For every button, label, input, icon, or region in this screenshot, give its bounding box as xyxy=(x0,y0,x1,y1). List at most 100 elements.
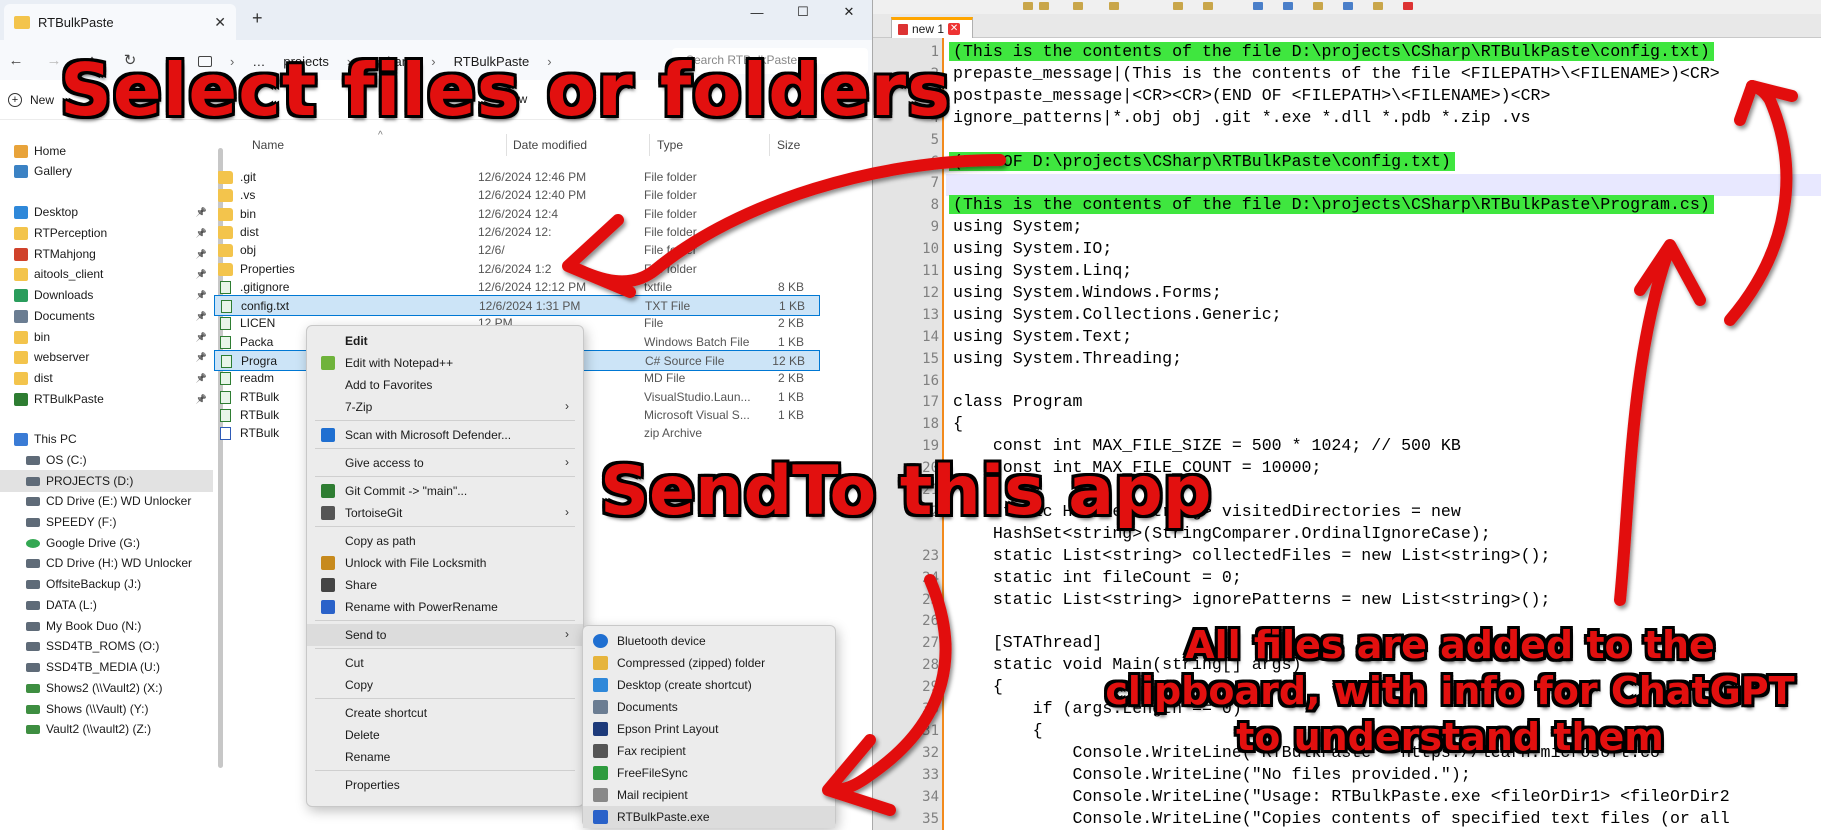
toolbar-icon[interactable] xyxy=(1073,2,1083,10)
send-to-item[interactable]: Fax recipient xyxy=(583,740,835,762)
sidebar-item[interactable]: OS (C:) xyxy=(0,449,213,471)
file-name: LICEN xyxy=(240,316,276,331)
sidebar-item[interactable]: bin 📌 xyxy=(0,326,213,348)
column-divider[interactable] xyxy=(769,134,770,156)
context-menu-item[interactable]: Add to Favorites xyxy=(307,374,583,396)
send-to-item[interactable]: RTBulkPaste.exe xyxy=(583,806,835,828)
column-date-modified[interactable]: Date modified xyxy=(513,138,587,152)
context-menu-item[interactable]: Rename xyxy=(307,746,583,768)
toolbar-icon[interactable] xyxy=(1343,2,1353,10)
context-menu-item[interactable]: Unlock with File Locksmith xyxy=(307,552,583,574)
sidebar-item[interactable]: Downloads 📌 xyxy=(0,284,213,306)
toolbar-icon[interactable] xyxy=(1283,2,1293,10)
sidebar-item[interactable]: Home xyxy=(0,140,213,162)
send-to-item[interactable]: Desktop (create shortcut) xyxy=(583,674,835,696)
send-to-item[interactable]: Bluetooth device xyxy=(583,630,835,652)
menu-separator xyxy=(315,648,575,649)
column-size[interactable]: Size xyxy=(777,138,800,152)
sidebar-item[interactable]: aitools_client 📌 xyxy=(0,263,213,285)
close-tab-icon[interactable]: ✕ xyxy=(214,14,226,31)
context-menu-item[interactable]: Edit with Notepad++ xyxy=(307,352,583,374)
file-type: TXT File xyxy=(645,299,691,314)
column-divider[interactable] xyxy=(649,134,650,156)
sidebar-item[interactable]: CD Drive (H:) WD Unlocker xyxy=(0,552,213,574)
sidebar-item[interactable]: SSD4TB_MEDIA (U:) xyxy=(0,656,213,678)
code-line: Console.WriteLine("Copies contents of sp… xyxy=(953,808,1730,828)
send-to-item[interactable]: FreeFileSync xyxy=(583,762,835,784)
context-menu-item[interactable]: Copy xyxy=(307,674,583,696)
back-arrow-icon[interactable]: ← xyxy=(8,52,24,69)
sidebar-item[interactable]: Documents 📌 xyxy=(0,305,213,327)
sidebar-item[interactable]: Shows2 (\\Vault2) (X:) xyxy=(0,677,213,699)
send-to-item[interactable]: Mail recipient xyxy=(583,784,835,806)
sidebar-item[interactable]: My Book Duo (N:) xyxy=(0,615,213,637)
printer-icon xyxy=(593,722,608,736)
context-menu-item[interactable]: Create shortcut xyxy=(307,702,583,724)
toolbar-icon[interactable] xyxy=(1313,2,1323,10)
cd-drive-icon xyxy=(26,558,40,568)
context-menu-item[interactable]: 7-Zip › xyxy=(307,396,583,418)
context-menu-item[interactable]: Cut xyxy=(307,652,583,674)
toolbar-icon[interactable] xyxy=(1109,2,1119,10)
toolbar-icon[interactable] xyxy=(1203,2,1213,10)
context-menu-item[interactable]: Properties xyxy=(307,774,583,796)
column-name[interactable]: Name xyxy=(252,138,284,152)
context-menu-item[interactable]: Scan with Microsoft Defender... xyxy=(307,424,583,446)
send-to-item[interactable]: Compressed (zipped) folder xyxy=(583,652,835,674)
pin-icon: 📌 xyxy=(195,331,207,342)
new-button[interactable]: New xyxy=(30,93,54,107)
context-menu-item[interactable]: Git Commit -> "main"... xyxy=(307,480,583,502)
sidebar-item[interactable]: dist 📌 xyxy=(0,367,213,389)
toolbar-icon[interactable] xyxy=(1023,2,1033,10)
toolbar-icon[interactable] xyxy=(1173,2,1183,10)
line-number: 17 xyxy=(922,394,939,411)
toolbar-icon[interactable] xyxy=(1403,2,1413,10)
sidebar-item-label: CD Drive (E:) WD Unlocker xyxy=(46,494,192,508)
context-menu-item[interactable]: Copy as path xyxy=(307,530,583,552)
toolbar-icon[interactable] xyxy=(1039,2,1049,10)
column-divider[interactable] xyxy=(506,134,507,156)
notepad-tab[interactable]: new 1 ✕ xyxy=(891,17,973,38)
toolbar-icon[interactable] xyxy=(1373,2,1383,10)
sidebar-item[interactable]: RTMahjong 📌 xyxy=(0,243,213,265)
sidebar-item[interactable]: Gallery xyxy=(0,160,213,182)
git-folder-icon xyxy=(14,392,28,406)
context-menu-item[interactable]: Share xyxy=(307,574,583,596)
sidebar-item[interactable]: Vault2 (\\vault2) (Z:) xyxy=(0,718,213,740)
context-menu-item-label: Edit with Notepad++ xyxy=(345,356,454,370)
minimize-button[interactable]: — xyxy=(734,0,780,24)
context-menu-item[interactable]: Give access to › xyxy=(307,452,583,474)
context-menu-item[interactable]: Send to › xyxy=(307,624,583,646)
explorer-tab[interactable]: RTBulkPaste ✕ xyxy=(4,4,236,40)
toolbar-icon[interactable] xyxy=(1253,2,1263,10)
close-window-button[interactable]: ✕ xyxy=(826,0,872,24)
sidebar-item[interactable]: Desktop 📌 xyxy=(0,201,213,223)
file-type: MD File xyxy=(644,371,686,386)
sidebar-item[interactable]: webserver 📌 xyxy=(0,346,213,368)
column-type[interactable]: Type xyxy=(657,138,683,152)
sidebar-item[interactable]: CD Drive (E:) WD Unlocker xyxy=(0,490,213,512)
file-name: .vs xyxy=(240,188,256,203)
close-tab-icon[interactable]: ✕ xyxy=(948,23,961,35)
sidebar-item[interactable]: RTBulkPaste 📌 xyxy=(0,388,213,410)
context-menu-item[interactable]: Delete xyxy=(307,724,583,746)
sidebar-item[interactable]: SSD4TB_ROMS (O:) xyxy=(0,635,213,657)
folder-icon xyxy=(14,371,28,385)
zip-file-icon xyxy=(220,427,231,441)
send-to-item[interactable]: Epson Print Layout xyxy=(583,718,835,740)
sidebar-item[interactable]: This PC xyxy=(0,428,213,450)
sidebar-item[interactable]: DATA (L:) xyxy=(0,594,213,616)
sidebar-item[interactable]: OffsiteBackup (J:) xyxy=(0,573,213,595)
send-to-item[interactable]: Documents xyxy=(583,696,835,718)
sidebar-item[interactable]: PROJECTS (D:) xyxy=(0,470,213,492)
sidebar-item[interactable]: RTPerception 📌 xyxy=(0,222,213,244)
context-menu-item[interactable]: TortoiseGit › xyxy=(307,502,583,524)
sidebar-item[interactable]: Shows (\\Vault) (Y:) xyxy=(0,698,213,720)
sidebar-item[interactable]: SPEEDY (F:) xyxy=(0,511,213,533)
new-tab-button[interactable]: + xyxy=(252,8,263,29)
code-line: Console.WriteLine("Usage: RTBulkPaste.ex… xyxy=(953,786,1730,806)
sidebar-item[interactable]: Google Drive (G:) xyxy=(0,532,213,554)
context-menu-item[interactable]: Rename with PowerRename xyxy=(307,596,583,618)
context-menu-item[interactable]: Edit xyxy=(307,330,583,352)
maximize-button[interactable]: ☐ xyxy=(780,0,826,24)
